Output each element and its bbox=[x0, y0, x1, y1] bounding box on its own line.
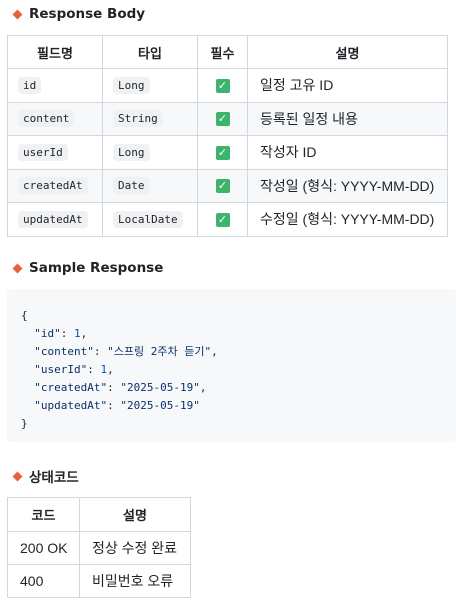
table-row: content String ✓ 등록된 일정 내용 bbox=[7, 101, 448, 136]
json-value: "스프링 2주차 듣기" bbox=[107, 345, 212, 358]
status-code-heading: 상태코드 bbox=[12, 466, 79, 486]
check-icon: ✓ bbox=[215, 179, 230, 194]
status-desc: 비밀번호 오류 bbox=[79, 564, 191, 598]
json-comma: , bbox=[80, 327, 88, 340]
json-open-brace: { bbox=[21, 309, 28, 322]
sample-response-title: Sample Response bbox=[29, 260, 164, 276]
diamond-bullet-icon bbox=[12, 263, 23, 273]
json-close-brace: } bbox=[21, 417, 28, 430]
field-name: content bbox=[18, 110, 75, 128]
table-row: updatedAt LocalDate ✓ 수정일 (형식: YYYY-MM-D… bbox=[7, 202, 448, 237]
response-body-title: Response Body bbox=[29, 6, 146, 22]
check-icon: ✓ bbox=[215, 212, 230, 227]
json-value: "2025-05-19" bbox=[120, 381, 200, 394]
header-code: 코드 bbox=[7, 497, 80, 532]
header-required: 필수 bbox=[197, 35, 248, 69]
json-comma: , bbox=[211, 345, 218, 358]
field-desc: 등록된 일정 내용 bbox=[247, 101, 448, 136]
field-name: id bbox=[18, 76, 42, 94]
status-code-table: 코드 설명 200 OK 정상 수정 완료 400 비밀번호 오류 bbox=[7, 497, 191, 598]
field-type: String bbox=[113, 110, 163, 128]
status-code: 200 OK bbox=[7, 531, 80, 565]
header-type: 타입 bbox=[102, 35, 198, 69]
check-icon: ✓ bbox=[215, 145, 230, 160]
field-desc: 작성자 ID bbox=[247, 135, 448, 170]
json-key: "updatedAt" bbox=[34, 399, 108, 412]
json-comma: , bbox=[199, 381, 207, 394]
json-key: "createdAt" bbox=[34, 381, 108, 394]
field-type: Long bbox=[113, 76, 150, 94]
table-row: 200 OK 정상 수정 완료 bbox=[7, 531, 191, 565]
field-desc: 수정일 (형식: YYYY-MM-DD) bbox=[247, 202, 448, 237]
table-header-row: 필드명 타입 필수 설명 bbox=[7, 35, 448, 69]
json-comma: , bbox=[107, 363, 114, 376]
response-body-heading: Response Body bbox=[12, 6, 145, 22]
check-icon: ✓ bbox=[215, 112, 230, 127]
status-code-title: 상태코드 bbox=[29, 470, 79, 486]
status-code: 400 bbox=[7, 564, 80, 598]
table-row: 400 비밀번호 오류 bbox=[7, 564, 191, 598]
sample-response-code: { "id": 1, "content": "스프링 2주차 듣기", "use… bbox=[7, 289, 456, 442]
check-icon: ✓ bbox=[215, 78, 230, 93]
header-field: 필드명 bbox=[7, 35, 103, 69]
table-header-row: 코드 설명 bbox=[7, 497, 191, 532]
json-value: 1 bbox=[74, 327, 81, 340]
field-type: Long bbox=[113, 143, 150, 161]
field-type: Date bbox=[113, 177, 150, 195]
diamond-bullet-icon bbox=[12, 9, 23, 19]
field-desc: 작성일 (형식: YYYY-MM-DD) bbox=[247, 168, 448, 203]
field-name: userId bbox=[18, 143, 68, 161]
field-name: updatedAt bbox=[18, 210, 88, 228]
field-type: LocalDate bbox=[113, 210, 183, 228]
diamond-bullet-icon bbox=[12, 471, 23, 481]
json-key: "content" bbox=[34, 345, 94, 358]
header-desc: 설명 bbox=[79, 497, 191, 532]
sample-response-heading: Sample Response bbox=[12, 260, 163, 276]
status-desc: 정상 수정 완료 bbox=[79, 531, 191, 565]
table-row: id Long ✓ 일정 고유 ID bbox=[7, 68, 448, 103]
json-key: "userId" bbox=[34, 363, 88, 376]
json-value: "2025-05-19" bbox=[120, 399, 200, 412]
field-name: createdAt bbox=[18, 177, 88, 195]
table-row: userId Long ✓ 작성자 ID bbox=[7, 135, 448, 170]
json-key: "id" bbox=[34, 327, 61, 340]
field-desc: 일정 고유 ID bbox=[247, 68, 448, 103]
table-row: createdAt Date ✓ 작성일 (형식: YYYY-MM-DD) bbox=[7, 168, 448, 203]
response-body-table: 필드명 타입 필수 설명 id Long ✓ 일정 고유 ID content … bbox=[7, 35, 448, 237]
header-desc: 설명 bbox=[247, 35, 448, 69]
